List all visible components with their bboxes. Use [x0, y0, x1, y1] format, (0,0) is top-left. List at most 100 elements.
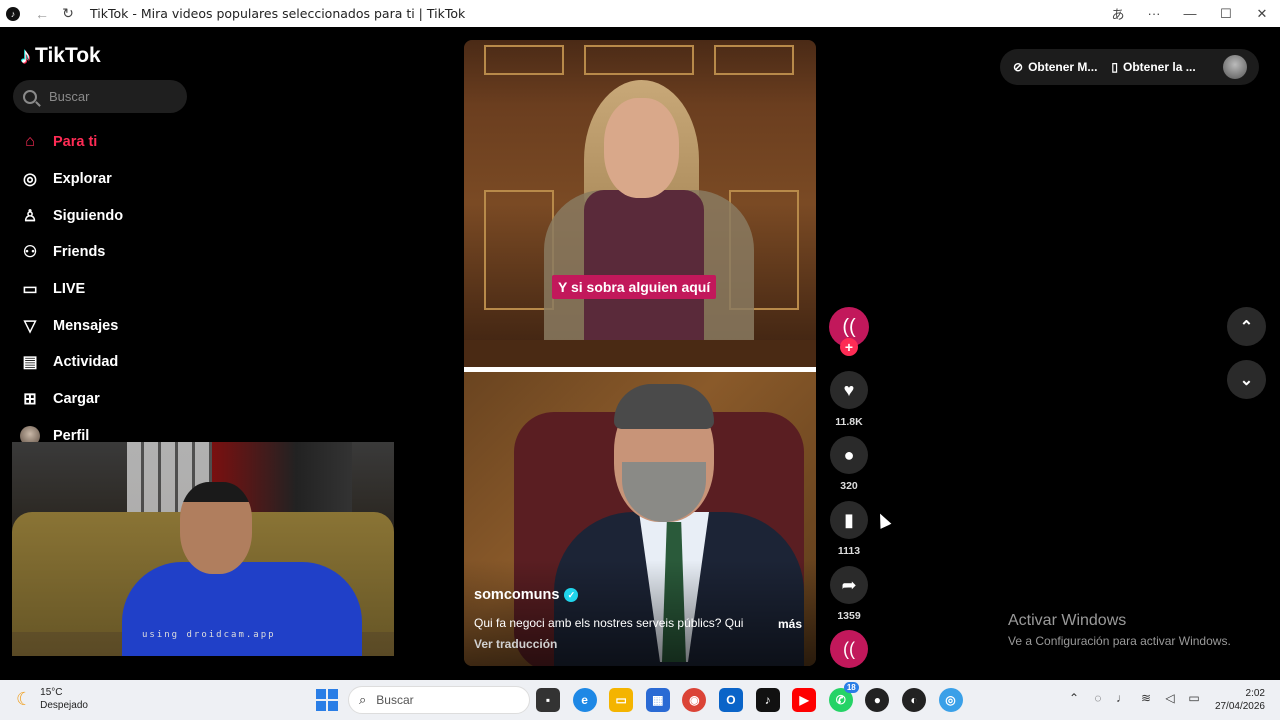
avatar[interactable] [1223, 55, 1247, 79]
taskbar-search[interactable]: ⌕ Buscar [348, 686, 530, 714]
sidebar-item-live[interactable]: ▭ LIVE [20, 271, 123, 308]
video-frame-top: Y si sobra alguien aquí [464, 40, 816, 370]
sidebar-item-label: Mensajes [53, 317, 119, 334]
sidebar-item-label: Explorar [53, 171, 112, 188]
home-icon: ⌂ [25, 133, 35, 151]
live-icon: ▭ [22, 281, 38, 299]
sidebar-item-siguiendo[interactable]: ♙ Siguiendo [20, 197, 123, 234]
activation-title: Activar Windows [1008, 612, 1127, 629]
get-app-label: Obtener la ... [1123, 60, 1196, 74]
taskbar-apps: ▪ e ▭ ▦ ◉ O ♪ ▶ ✆ 18 ● ◐ ◎ [536, 682, 975, 712]
maximize-button[interactable]: ☐ [1208, 6, 1244, 22]
next-video-button[interactable]: ⌄ [1227, 360, 1266, 399]
comment-count: 320 [840, 480, 858, 492]
webcam-person-head [180, 482, 252, 574]
compass-icon: ◎ [23, 171, 37, 189]
network-status-icon[interactable]: ◌ [1086, 691, 1110, 705]
browser-titlebar: ♪ ← ↻ TikTok - Mira videos populares sel… [0, 0, 1280, 27]
clock-date: 27/04/2026 [1214, 701, 1265, 712]
previous-video-button[interactable]: ⌃ [1227, 307, 1266, 346]
friends-icon: ⚇ [22, 244, 38, 262]
start-button[interactable] [316, 689, 338, 711]
weather-temp: 15°C [40, 687, 63, 698]
sidebar-item-para-ti[interactable]: ⌂ Para ti [20, 124, 123, 161]
youtube-icon[interactable]: ▶ [792, 688, 817, 712]
share-icon: ➦ [841, 574, 857, 595]
wifi-icon[interactable]: ≋ [1134, 691, 1158, 705]
sidebar-item-mensajes[interactable]: ▽ Mensajes [20, 307, 123, 344]
search-placeholder: Buscar [49, 89, 90, 104]
translate-icon[interactable]: あ [1100, 4, 1136, 23]
chevron-down-icon: ⌄ [1239, 371, 1254, 389]
verified-icon: ✓ [564, 588, 579, 602]
weather-widget[interactable]: ☾ 15°C Despejado [16, 686, 88, 712]
sidebar-item-label: Actividad [53, 354, 119, 371]
close-button[interactable]: ✕ [1244, 6, 1280, 22]
store-icon[interactable]: ▦ [645, 688, 670, 712]
back-icon[interactable]: ← [34, 6, 50, 22]
bookmark-button[interactable]: ▮ [830, 501, 868, 539]
clock-time: 2:02 [1245, 688, 1265, 699]
tiktok-taskbar-icon[interactable]: ♪ [755, 688, 780, 712]
get-coins-label: Obtener M... [1028, 60, 1098, 74]
bookmark-count: 1113 [837, 545, 861, 557]
webcam-watermark: using droidcam.app [142, 630, 276, 640]
comment-icon: ● [843, 444, 855, 465]
chevron-up-icon[interactable]: ⌃ [1062, 691, 1086, 705]
heart-icon: ♥ [843, 379, 855, 400]
battery-icon[interactable]: ▭ [1182, 691, 1206, 705]
app-icon[interactable]: ◎ [938, 688, 963, 712]
tiktok-logo[interactable]: ♪ TikTok [20, 43, 101, 69]
wood-panel [484, 45, 564, 75]
share-count: 1359 [837, 610, 861, 622]
file-explorer-icon[interactable]: ▭ [609, 688, 634, 712]
author-name: somcomuns [474, 587, 560, 603]
system-tray: ⌃ ◌ ♩ ≋ ◁ ▭ [1062, 691, 1206, 705]
like-button[interactable]: ♥ [830, 371, 868, 409]
weather-condition: Despejado [40, 700, 88, 711]
activation-subtitle: Ve a Configuración para activar Windows. [1008, 634, 1231, 648]
video-caption: Y si sobra alguien aquí [552, 275, 717, 299]
search-input[interactable]: Buscar [13, 80, 187, 113]
volume-icon[interactable]: ◁ [1158, 691, 1182, 705]
minimize-button[interactable]: — [1172, 6, 1208, 21]
more-options-icon[interactable]: ··· [1136, 6, 1172, 21]
sidebar-item-friends[interactable]: ⚇ Friends [20, 234, 123, 271]
notification-badge: 18 [843, 682, 859, 693]
share-button[interactable]: ➦ [830, 566, 868, 604]
translate-link[interactable]: Ver traducción [474, 637, 557, 651]
get-app-button[interactable]: ▯ Obtener la ... [1111, 60, 1195, 74]
reload-icon[interactable]: ↻ [60, 5, 76, 22]
window-controls: あ ··· — ☐ ✕ [1100, 0, 1280, 27]
edge-icon[interactable]: e [572, 688, 597, 712]
sidebar-item-explorar[interactable]: ◎ Explorar [20, 161, 123, 198]
windows-activation-watermark: Activar Windows Ve a Configuración para … [1008, 612, 1231, 648]
obs-icon[interactable]: ● [865, 688, 890, 712]
windows-taskbar: ☾ 15°C Despejado ⌕ Buscar ▪ e ▭ ▦ ◉ O ♪ … [0, 680, 1280, 720]
following-icon: ♙ [22, 207, 38, 225]
sidebar-item-cargar[interactable]: ⊞ Cargar [20, 381, 123, 418]
speaker-desk [464, 340, 816, 368]
messages-icon: ▽ [23, 317, 37, 335]
sidebar-item-label: Cargar [53, 391, 100, 408]
tiktok-app: ♪ TikTok Buscar ⌂ Para ti ◎ Explorar ♙ S… [0, 27, 1280, 680]
search-icon [23, 89, 37, 104]
whatsapp-icon[interactable]: ✆ 18 [828, 682, 859, 712]
chrome-icon[interactable]: ◉ [682, 688, 707, 712]
follow-plus-icon[interactable]: + [840, 338, 858, 356]
music-disc-icon[interactable]: (( [830, 630, 868, 668]
upload-icon: ⊞ [23, 391, 37, 409]
camera-app-icon[interactable]: ◐ [901, 688, 926, 712]
sidebar-item-actividad[interactable]: ▤ Actividad [20, 344, 123, 381]
comment-button[interactable]: ● [830, 436, 868, 474]
taskbar-clock[interactable]: 2:02 27/04/2026 [1207, 687, 1265, 713]
outlook-icon[interactable]: O [718, 688, 743, 712]
task-view-icon[interactable]: ▪ [536, 688, 560, 712]
video-player[interactable]: Y si sobra alguien aquí somcomuns ✓ Qui … [464, 40, 816, 666]
activity-icon: ▤ [22, 354, 38, 372]
microphone-icon[interactable]: ♩ [1110, 691, 1134, 705]
video-author[interactable]: somcomuns ✓ [474, 587, 579, 603]
coin-icon: ⊘ [1013, 60, 1024, 74]
get-coins-button[interactable]: ⊘ Obtener M... [1013, 60, 1097, 74]
more-link[interactable]: más [778, 617, 802, 631]
